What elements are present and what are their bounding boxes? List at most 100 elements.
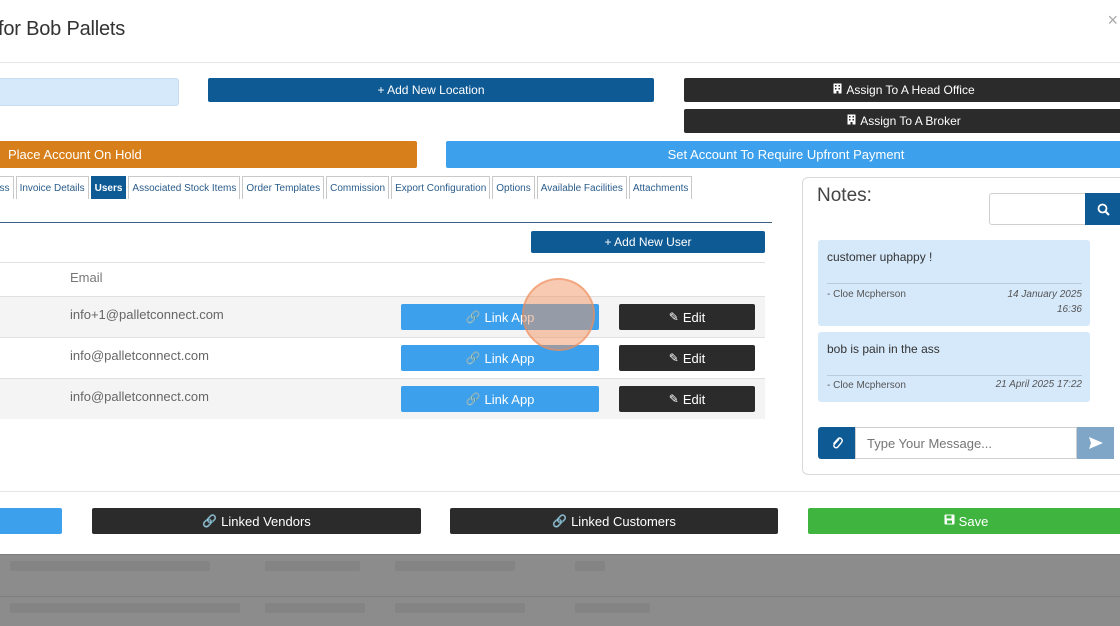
note-text: bob is pain in the ass — [827, 342, 940, 356]
search-icon — [1097, 203, 1110, 216]
table-row: info+1@palletconnect.com 🔗 Link App ✎ Ed… — [0, 296, 765, 337]
tab-label: Commission — [330, 182, 386, 194]
tab-label: Attachments — [632, 182, 689, 194]
link-app-button[interactable]: 🔗 Link App — [401, 345, 599, 371]
note-time: 16:36 — [1056, 304, 1082, 315]
add-location-button[interactable]: + Add New Location — [208, 78, 654, 102]
tab-options[interactable]: Options — [492, 176, 535, 199]
note-item: bob is pain in the ass - Cloe Mcpherson … — [818, 332, 1090, 402]
tab-label: Order Templates — [246, 182, 321, 194]
account-tabs: ess Invoice Details Users Associated Sto… — [0, 176, 694, 200]
link-app-label: Link App — [484, 350, 535, 366]
tab-users[interactable]: Users — [90, 176, 127, 199]
add-user-label: + Add New User — [604, 235, 692, 249]
link-app-label: Link App — [484, 309, 535, 325]
link-icon: 🔗 — [552, 514, 568, 528]
background-page — [0, 554, 1120, 626]
edit-icon: ✎ — [668, 392, 679, 406]
tab-label: ess — [0, 182, 10, 194]
tab-label: Associated Stock Items — [132, 182, 237, 194]
link-icon: 🔗 — [465, 351, 481, 365]
add-location-label: + Add New Location — [377, 83, 485, 97]
notes-panel: Notes: customer uphappy ! - Cloe Mcphers… — [802, 177, 1120, 475]
place-on-hold-label: Place Account On Hold — [8, 147, 142, 162]
link-icon: 🔗 — [465, 392, 481, 406]
linked-vendors-button[interactable]: 🔗 Linked Vendors — [92, 508, 421, 534]
modal-title: for Bob Pallets — [0, 18, 126, 40]
notes-search-button[interactable] — [1085, 193, 1120, 225]
linked-customers-button[interactable]: 🔗 Linked Customers — [450, 508, 778, 534]
note-divider — [827, 283, 1082, 284]
add-user-button[interactable]: + Add New User — [531, 231, 765, 253]
email-column-header: Email — [70, 270, 103, 285]
customer-modal: for Bob Pallets × + Add New Location Ass… — [0, 0, 1120, 554]
tab-address[interactable]: ess — [0, 176, 14, 199]
send-note-button[interactable] — [1077, 427, 1114, 459]
edit-icon: ✎ — [668, 310, 679, 324]
link-app-button[interactable]: 🔗 Link App — [401, 304, 599, 330]
background-row — [0, 596, 1120, 626]
close-icon[interactable]: × — [1107, 10, 1118, 31]
link-icon: 🔗 — [465, 310, 481, 324]
background-row — [0, 554, 1120, 584]
place-on-hold-button[interactable]: Place Account On Hold — [0, 141, 417, 168]
edit-label: Edit — [682, 391, 706, 407]
tab-label: Export Configuration — [395, 182, 487, 194]
link-app-label: Link App — [484, 391, 535, 407]
note-author: - Cloe Mcpherson — [827, 289, 906, 300]
tab-attachments[interactable]: Attachments — [628, 176, 693, 199]
note-date: 14 January 2025 — [1007, 289, 1082, 300]
edit-user-button[interactable]: ✎ Edit — [619, 386, 755, 412]
footer-divider — [0, 491, 1120, 492]
tab-available-facilities[interactable]: Available Facilities — [536, 176, 627, 199]
assign-broker-label: Assign To A Broker — [860, 114, 961, 128]
note-message-input[interactable] — [855, 427, 1077, 459]
note-divider — [827, 375, 1082, 376]
require-upfront-payment-button[interactable]: Set Account To Require Upfront Payment — [446, 141, 1120, 168]
tab-label: Invoice Details — [19, 182, 85, 194]
assign-head-office-button[interactable]: Assign To A Head Office — [684, 78, 1120, 102]
footer-action-button[interactable] — [0, 508, 62, 534]
user-email: info+1@palletconnect.com — [70, 307, 224, 322]
building-icon — [833, 83, 842, 97]
edit-user-button[interactable]: ✎ Edit — [619, 345, 755, 371]
require-upfront-label: Set Account To Require Upfront Payment — [667, 147, 905, 162]
attach-file-button[interactable] — [818, 427, 855, 459]
linked-customers-label: Linked Customers — [571, 513, 676, 529]
note-timestamp: 14 January 2025 16:36 — [1007, 287, 1082, 317]
user-email: info@palletconnect.com — [70, 389, 209, 404]
link-icon: 🔗 — [202, 514, 218, 528]
building-icon — [847, 114, 856, 128]
edit-icon: ✎ — [668, 351, 679, 365]
tab-export-configuration[interactable]: Export Configuration — [391, 176, 491, 199]
tab-label: Available Facilities — [540, 182, 623, 194]
table-row: info@palletconnect.com 🔗 Link App ✎ Edit — [0, 378, 765, 419]
note-text: customer uphappy ! — [827, 250, 933, 264]
edit-user-button[interactable]: ✎ Edit — [619, 304, 755, 330]
edit-label: Edit — [682, 309, 706, 325]
note-item: customer uphappy ! - Cloe Mcpherson 14 J… — [818, 240, 1090, 326]
floppy-disk-icon — [944, 514, 955, 528]
tab-divider — [0, 222, 772, 223]
location-select-field[interactable] — [0, 78, 179, 106]
notes-title: Notes: — [817, 185, 872, 206]
tab-order-templates[interactable]: Order Templates — [242, 176, 325, 199]
save-label: Save — [958, 513, 989, 529]
table-row: info@palletconnect.com 🔗 Link App ✎ Edit — [0, 337, 765, 378]
assign-head-office-label: Assign To A Head Office — [846, 83, 975, 97]
edit-label: Edit — [682, 350, 706, 366]
note-timestamp: 21 April 2025 17:22 — [995, 379, 1082, 390]
notes-search-input[interactable] — [989, 193, 1086, 225]
save-button[interactable]: Save — [808, 508, 1120, 534]
user-email: info@palletconnect.com — [70, 348, 209, 363]
send-icon — [1088, 437, 1103, 449]
tab-label: Options — [496, 182, 531, 194]
header-divider — [0, 62, 1120, 63]
tab-associated-stock-items[interactable]: Associated Stock Items — [128, 176, 241, 199]
assign-broker-button[interactable]: Assign To A Broker — [684, 109, 1120, 133]
table-header-divider — [0, 262, 765, 263]
tab-commission[interactable]: Commission — [326, 176, 390, 199]
tab-invoice-details[interactable]: Invoice Details — [15, 176, 89, 199]
note-author: - Cloe Mcpherson — [827, 380, 906, 391]
link-app-button[interactable]: 🔗 Link App — [401, 386, 599, 412]
